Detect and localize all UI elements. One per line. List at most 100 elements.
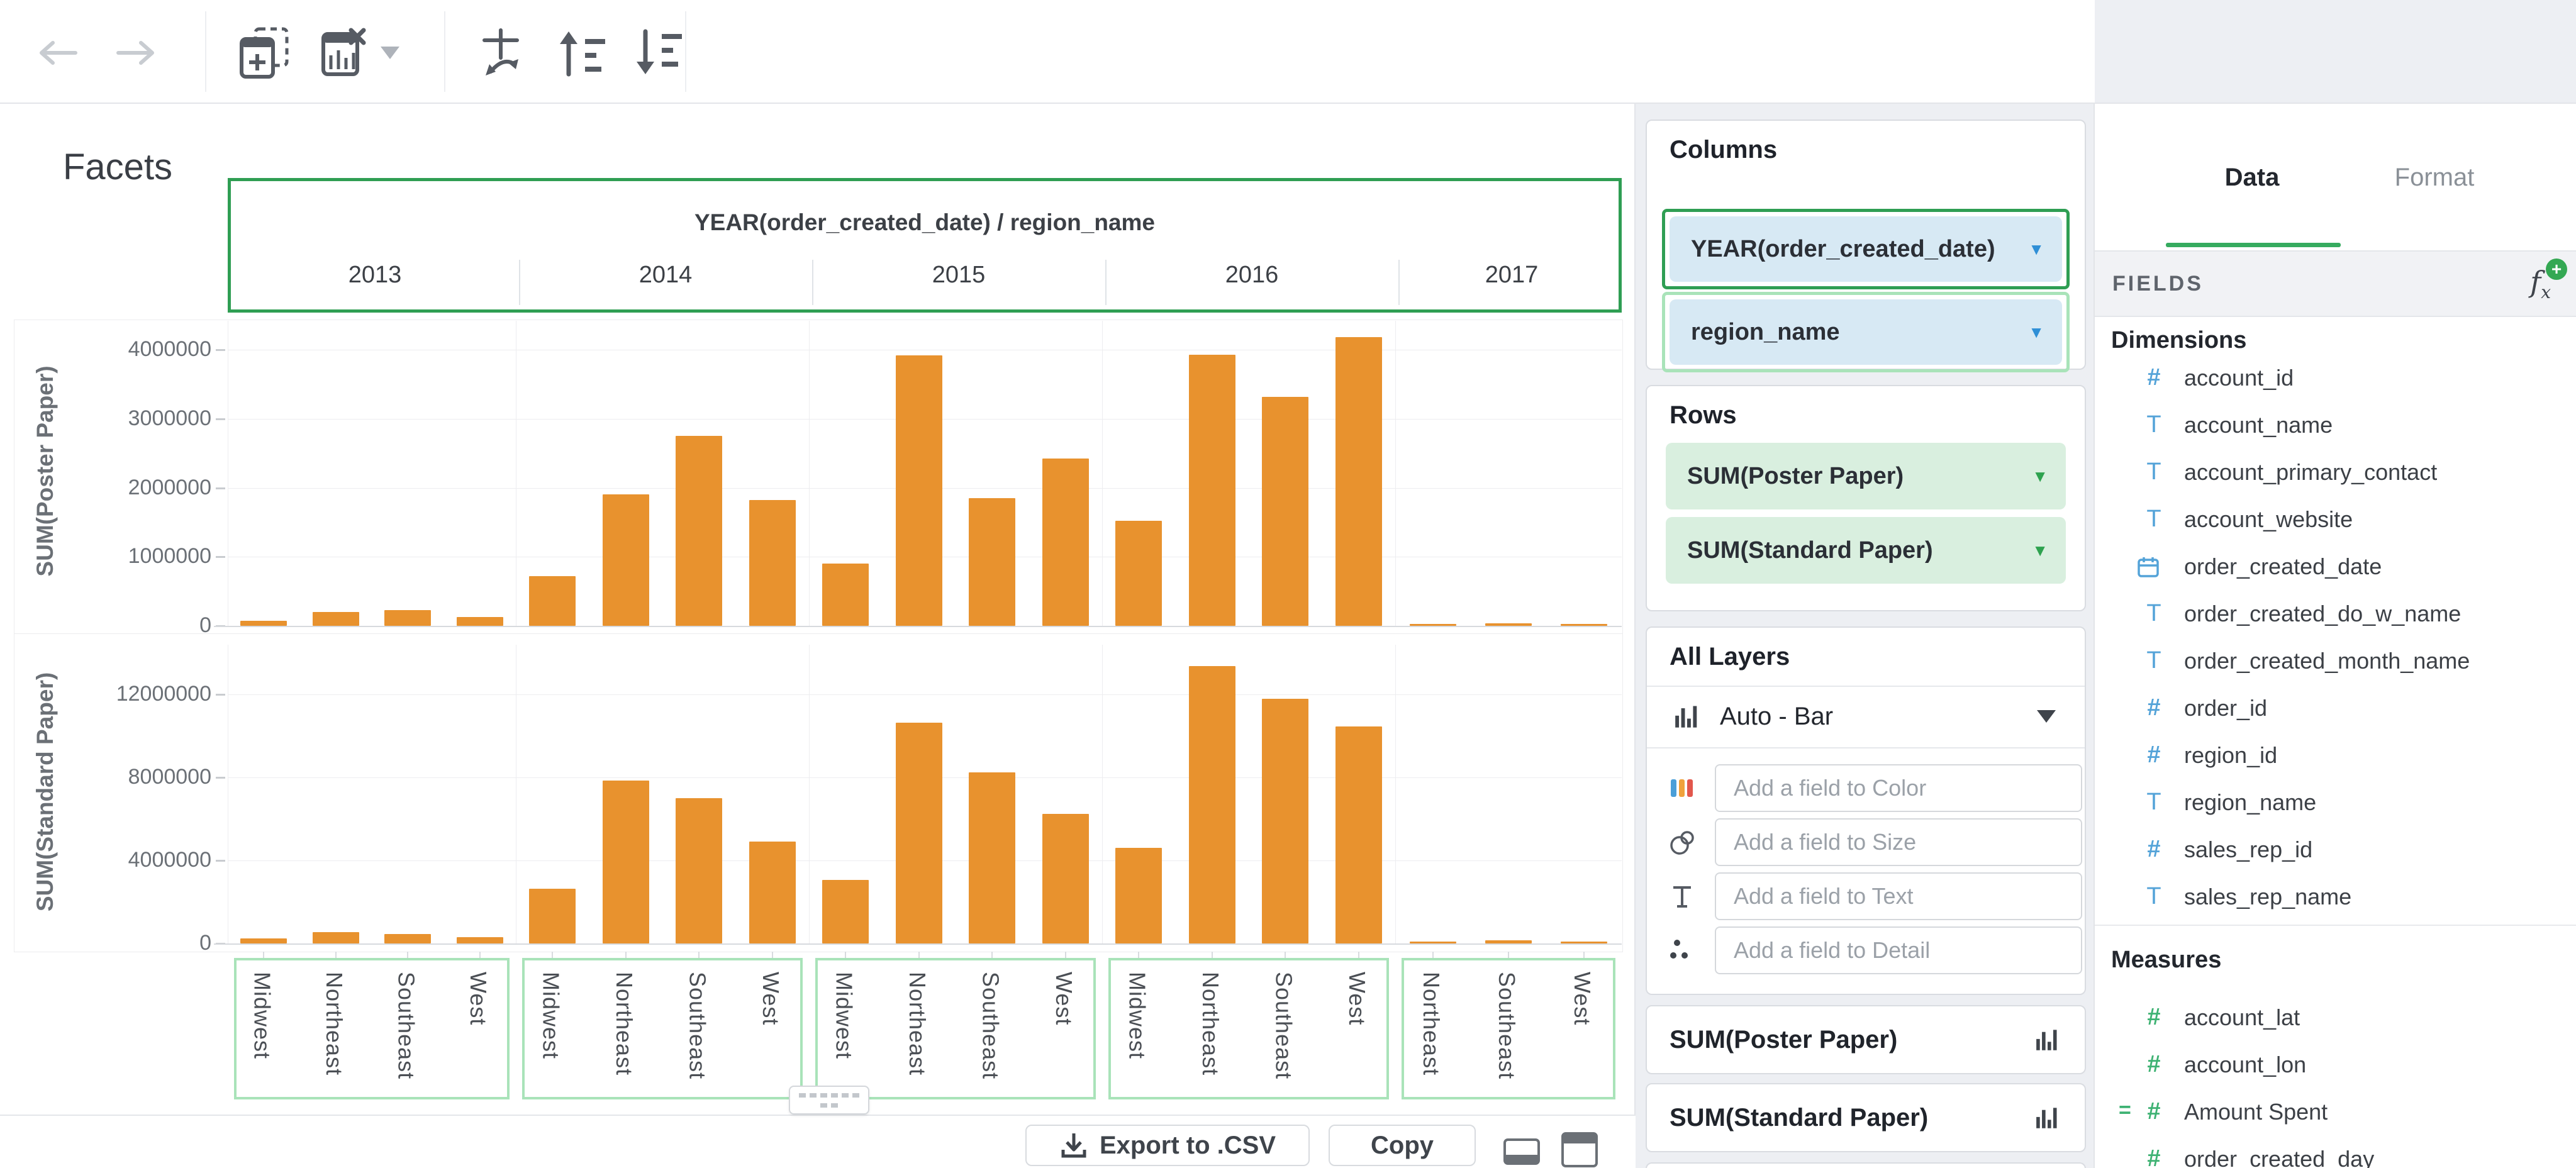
drop-target-input-detail[interactable] — [1715, 926, 2082, 974]
bar[interactable] — [456, 616, 503, 626]
facet-year-label[interactable]: 2017 — [1398, 262, 1625, 289]
y-tick-label: 4000000 — [128, 848, 211, 872]
bar[interactable] — [822, 880, 869, 943]
pill-caret-icon[interactable]: ▼ — [2032, 541, 2048, 560]
bar[interactable] — [969, 772, 1016, 943]
rows-shelf-title: Rows — [1670, 401, 1737, 429]
region-label: Southeast — [393, 972, 420, 1080]
facet-year-label[interactable]: 2014 — [519, 262, 812, 289]
bar[interactable] — [312, 932, 359, 943]
visual-explorer-app: VISUAL EXPLORER Facets YEAR(order_create… — [0, 0, 2576, 1168]
layer-row-standard[interactable]: SUM(Standard Paper) — [1646, 1083, 2086, 1152]
bar[interactable] — [602, 494, 649, 626]
bar[interactable] — [1188, 666, 1235, 943]
facet-year-label[interactable]: 2013 — [231, 262, 519, 289]
bar[interactable] — [1188, 354, 1235, 626]
drag-handle[interactable] — [789, 1086, 869, 1115]
dimension-sales-rep-name[interactable]: Tsales_rep_name — [2095, 873, 2576, 920]
drop-target-input-size[interactable] — [1715, 818, 2082, 866]
field-label: order_id — [2184, 694, 2268, 721]
dimension-account-name[interactable]: Taccount_name — [2095, 401, 2576, 448]
drop-target-input-color[interactable] — [1715, 764, 2082, 812]
bar[interactable] — [456, 937, 503, 943]
category-tick — [335, 952, 337, 958]
y-tick-mark — [216, 777, 225, 779]
bar[interactable] — [749, 500, 796, 626]
facet-year-label[interactable]: 2016 — [1105, 262, 1398, 289]
number-icon: # — [2147, 1051, 2161, 1077]
bar[interactable] — [895, 355, 942, 626]
text-icon: T — [2146, 647, 2161, 674]
bar[interactable] — [676, 436, 723, 626]
bar[interactable] — [1335, 726, 1382, 943]
bar[interactable] — [529, 576, 576, 626]
bar[interactable] — [1262, 698, 1309, 943]
dimension-region-id[interactable]: # region_id — [2095, 731, 2576, 779]
facet-year-label[interactable]: 2015 — [812, 262, 1105, 289]
pill-caret-icon[interactable]: ▼ — [2032, 467, 2048, 486]
color-icon — [1668, 774, 1703, 802]
dimension-account-website[interactable]: Taccount_website — [2095, 496, 2576, 543]
calculated-icon: = — [2119, 1098, 2131, 1122]
export-csv-button[interactable]: Export to .CSV — [1025, 1125, 1310, 1166]
measure-amount-spent[interactable]: # = Amount Spent — [2095, 1088, 2576, 1135]
dimension-order-created-date[interactable]: order_created_date — [2095, 543, 2576, 590]
column-pill-region-name[interactable]: region_name ▼ — [1670, 299, 2062, 365]
pill-caret-icon[interactable]: ▼ — [2028, 240, 2044, 259]
region-label: West — [1344, 972, 1370, 1026]
add-calculated-field-button[interactable]: fx + — [2530, 258, 2567, 303]
size-icon — [1668, 828, 1703, 857]
bar[interactable] — [384, 609, 432, 626]
bar[interactable] — [895, 722, 942, 943]
expand-panel-icon[interactable] — [1561, 1132, 1598, 1167]
bar[interactable] — [822, 564, 869, 626]
pill-label: region_name — [1691, 318, 1840, 345]
bar[interactable] — [1042, 813, 1089, 943]
row-pill-sum-standard-paper[interactable]: SUM(Standard Paper) ▼ — [1666, 517, 2066, 584]
dimension-account-primary-contact[interactable]: Taccount_primary_contact — [2095, 448, 2576, 496]
measure-account-lon[interactable]: # account_lon — [2095, 1041, 2576, 1088]
number-icon: # — [2147, 1145, 2161, 1168]
bar[interactable] — [1335, 337, 1382, 626]
region-label: Midwest — [1124, 972, 1151, 1060]
bar[interactable] — [312, 612, 359, 626]
tab-data[interactable]: Data — [2183, 164, 2321, 192]
bar[interactable] — [1115, 848, 1163, 943]
tab-format[interactable]: Format — [2365, 164, 2504, 192]
dimension-account-id[interactable]: # account_id — [2095, 354, 2576, 401]
category-tick — [698, 952, 700, 958]
row-pill-sum-poster-paper[interactable]: SUM(Poster Paper) ▼ — [1666, 443, 2066, 509]
bar[interactable] — [240, 621, 287, 626]
bar[interactable] — [1042, 459, 1089, 626]
y-tick-mark — [216, 694, 225, 696]
copy-button[interactable]: Copy — [1329, 1125, 1476, 1166]
bar[interactable] — [749, 842, 796, 943]
region-label: Midwest — [538, 972, 564, 1060]
dimension-order-created-month-name[interactable]: Torder_created_month_name — [2095, 637, 2576, 684]
bar[interactable] — [1262, 396, 1309, 626]
drop-target-input-text[interactable] — [1715, 872, 2082, 920]
bar[interactable] — [529, 888, 576, 943]
bar[interactable] — [1115, 521, 1163, 626]
collapse-panel-icon[interactable] — [1503, 1138, 1540, 1165]
bar[interactable] — [969, 498, 1016, 626]
drop-target-row — [1647, 926, 2085, 975]
mark-type-select[interactable]: Auto - Bar — [1647, 686, 2085, 747]
text-icon: T — [2146, 506, 2161, 532]
measure-order-created-day[interactable]: # order_created_day — [2095, 1135, 2576, 1168]
facet-separator — [1102, 645, 1103, 943]
column-pill-year-order-created-date[interactable]: YEAR(order_created_date) ▼ — [1670, 216, 2062, 282]
layer-row-poster[interactable]: SUM(Poster Paper) — [1646, 1005, 2086, 1074]
facet-year-separator — [1105, 260, 1107, 305]
dimension-region-name[interactable]: Tregion_name — [2095, 779, 2576, 826]
pill-caret-icon[interactable]: ▼ — [2028, 323, 2044, 342]
bar[interactable] — [384, 934, 432, 943]
column-pill-outline: region_name ▼ — [1662, 292, 2070, 372]
bar[interactable] — [602, 780, 649, 943]
measure-account-lat[interactable]: # account_lat — [2095, 994, 2576, 1041]
dimension-order-id[interactable]: # order_id — [2095, 684, 2576, 731]
dimension-order-created-do-w-name[interactable]: Torder_created_do_w_name — [2095, 590, 2576, 637]
bar[interactable] — [676, 798, 723, 943]
bar[interactable] — [240, 938, 287, 943]
dimension-sales-rep-id[interactable]: # sales_rep_id — [2095, 826, 2576, 873]
